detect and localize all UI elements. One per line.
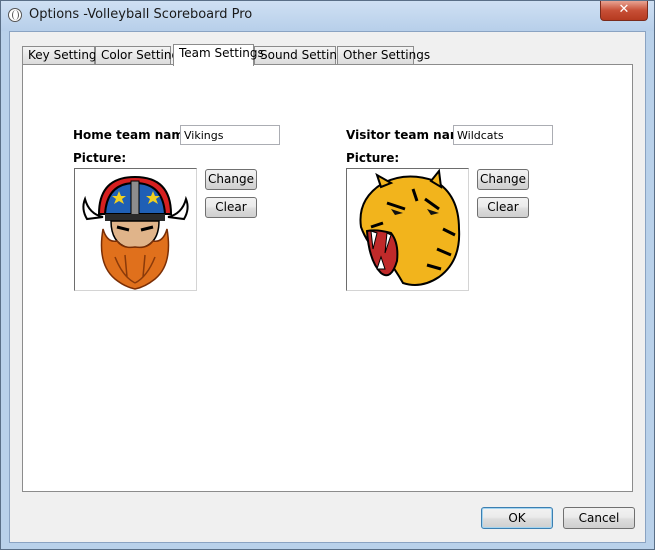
home-clear-button[interactable]: Clear xyxy=(205,197,257,218)
visitor-picture-label: Picture: xyxy=(346,151,400,165)
home-team-name-input[interactable] xyxy=(180,125,280,145)
tab-key-settings[interactable]: Key Settings xyxy=(22,46,103,64)
viking-logo-icon xyxy=(82,175,189,290)
close-button[interactable]: ✕ xyxy=(600,1,648,21)
tab-color-settings[interactable]: Color Settings xyxy=(95,46,185,64)
home-team-name-label: Home team name: xyxy=(73,128,197,142)
visitor-team-name-input[interactable] xyxy=(453,125,553,145)
visitor-change-button[interactable]: Change xyxy=(477,169,529,190)
visitor-clear-button[interactable]: Clear xyxy=(477,197,529,218)
tab-sound-settings[interactable]: Sound Settings xyxy=(254,46,351,64)
volleyball-icon xyxy=(8,8,22,22)
dialog-body: Key Settings Color Settings Team Setting… xyxy=(9,31,646,543)
home-change-button[interactable]: Change xyxy=(205,169,257,190)
tab-other-settings[interactable]: Other Settings xyxy=(337,46,430,64)
cancel-button[interactable]: Cancel xyxy=(563,507,635,529)
ok-button[interactable]: OK xyxy=(481,507,553,529)
visitor-team-picture xyxy=(346,168,469,291)
tab-team-settings[interactable]: Team Settings xyxy=(173,44,264,66)
team-settings-panel: Home team name: Picture: xyxy=(22,64,633,492)
title-bar: Options -Volleyball Scoreboard Pro ✕ xyxy=(1,1,654,31)
wildcat-logo-icon xyxy=(359,169,461,286)
home-picture-label: Picture: xyxy=(73,151,127,165)
options-window: Options -Volleyball Scoreboard Pro ✕ Key… xyxy=(0,0,655,550)
home-team-picture xyxy=(74,168,197,291)
window-title: Options -Volleyball Scoreboard Pro xyxy=(29,7,253,22)
